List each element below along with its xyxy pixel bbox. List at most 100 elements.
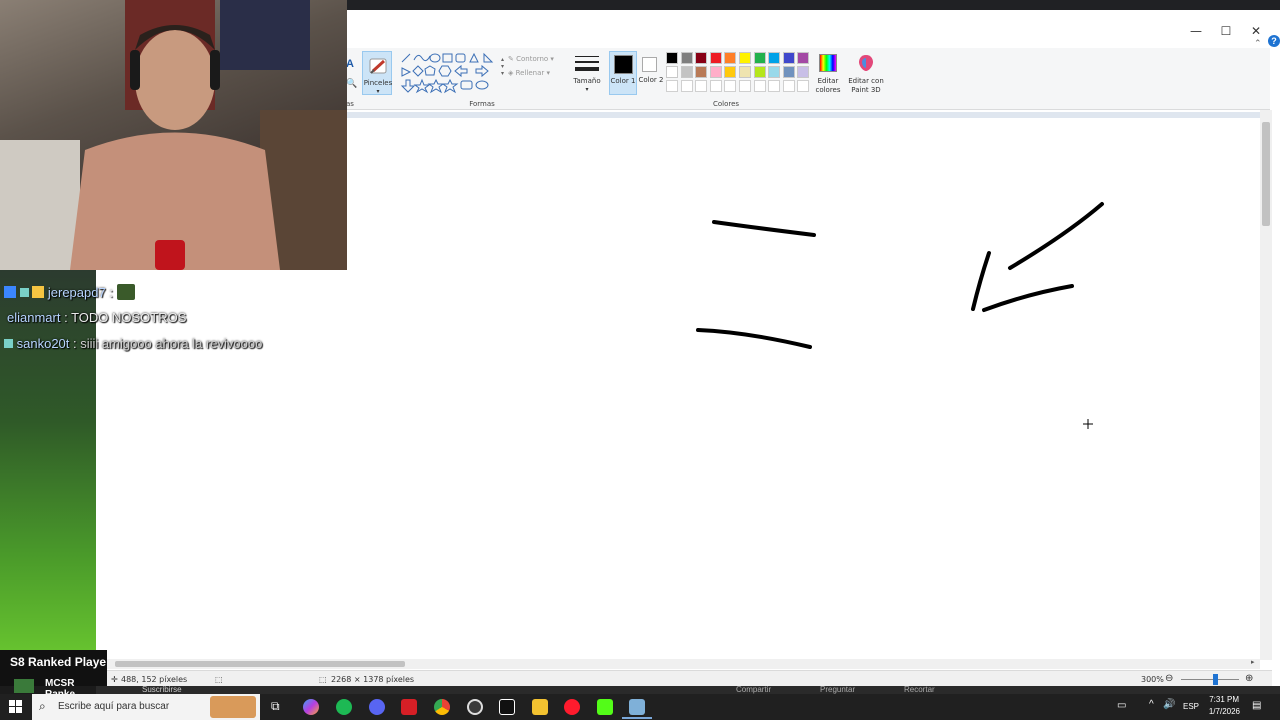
minimize-button[interactable]: — (1181, 20, 1211, 42)
ranked-title: S8 Ranked Playe (10, 655, 107, 669)
palette-swatch-empty[interactable] (680, 80, 693, 92)
taskbar-search-box[interactable]: ⌕ Escribe aquí para buscar (32, 694, 260, 720)
palette-swatch-empty[interactable] (782, 80, 795, 92)
vertical-scroll-thumb[interactable] (1262, 122, 1270, 226)
maximize-button[interactable]: ☐ (1211, 20, 1241, 42)
palette-swatch[interactable] (797, 66, 810, 78)
brush-icon (369, 58, 387, 74)
palette-swatch-empty[interactable] (695, 80, 708, 92)
action-center-icon[interactable]: ▤ (1252, 700, 1261, 711)
volume-icon[interactable]: 🔊 (1163, 699, 1175, 710)
palette-swatch[interactable] (724, 52, 737, 64)
clock-date[interactable]: 1/7/2026 (1206, 707, 1240, 716)
palette-swatch[interactable] (768, 66, 781, 78)
task-view-icon[interactable]: ⧉ (271, 699, 280, 714)
fill-button[interactable]: ◈ Rellenar ▾ (508, 69, 550, 78)
palette-swatch[interactable] (709, 52, 722, 64)
palette-swatch[interactable] (739, 52, 751, 64)
kick-icon[interactable] (597, 699, 613, 715)
opera-icon[interactable] (564, 699, 580, 715)
zoom-slider[interactable] (1181, 679, 1239, 680)
taskbar-search-input[interactable]: Escribe aquí para buscar (58, 701, 169, 712)
search-highlight-icon[interactable] (210, 696, 256, 718)
file-explorer-icon[interactable] (532, 699, 548, 715)
palette-swatch-empty[interactable] (666, 80, 678, 92)
palette-swatch[interactable] (724, 66, 737, 78)
magnifier-icon[interactable]: 🔍 (346, 78, 357, 89)
paint-icon[interactable] (629, 699, 645, 715)
palette-swatch-empty[interactable] (768, 80, 781, 92)
paint3d-button[interactable]: Editar con Paint 3D (846, 51, 886, 97)
windows-start-icon[interactable] (9, 700, 23, 714)
palette-swatch-empty[interactable] (797, 80, 810, 92)
palette-swatch[interactable] (666, 52, 678, 64)
palette-swatch[interactable] (739, 66, 751, 78)
app-toolbar-strip: Suscribirse Compartir Preguntar Recortar (96, 686, 1280, 694)
scroll-right-icon[interactable]: ▸ (1251, 658, 1255, 666)
palette-swatch[interactable] (753, 52, 766, 64)
voice-meeter-icon[interactable] (401, 699, 417, 715)
edit-colors-label: Editar colores (815, 77, 841, 94)
copilot-icon[interactable] (303, 699, 319, 715)
palette-swatch[interactable] (753, 66, 766, 78)
text-tool-icon[interactable]: A (346, 58, 354, 70)
size-button[interactable]: Tamaño ▾ (572, 51, 602, 95)
ask-label[interactable]: Preguntar (820, 686, 855, 694)
clock-time[interactable]: 7:31 PM (1209, 695, 1239, 704)
zoom-level: 300% (1141, 675, 1164, 684)
palette-swatch[interactable] (695, 52, 708, 64)
discord-icon[interactable] (369, 699, 385, 715)
palette-swatch[interactable] (680, 66, 693, 78)
palette-swatch[interactable] (680, 52, 693, 64)
chevron-down-icon: ▾ (376, 88, 380, 95)
color-palette (666, 52, 812, 96)
capcut-icon[interactable] (499, 699, 515, 715)
palette-swatch[interactable] (782, 52, 795, 64)
mcsr-logo-icon (14, 679, 34, 693)
stroke-top-dash (712, 220, 816, 237)
color2-button[interactable]: Color 2 (637, 51, 665, 95)
horizontal-scroll-thumb[interactable] (115, 661, 405, 667)
badge-icon (4, 286, 16, 298)
zoom-slider-thumb[interactable] (1213, 674, 1218, 685)
palette-swatch-empty[interactable] (753, 80, 766, 92)
edit-colors-button[interactable]: Editar colores (813, 51, 843, 97)
badge-icon (4, 339, 13, 348)
palette-swatch[interactable] (666, 66, 678, 78)
share-label[interactable]: Compartir (736, 686, 771, 694)
chat-username: elianmart (7, 310, 61, 325)
zoom-in-button[interactable]: ⊕ (1245, 673, 1253, 684)
zoom-out-button[interactable]: ⊖ (1165, 673, 1173, 684)
vertical-scrollbar[interactable] (1260, 110, 1272, 660)
chat-line: sanko20t : siiii amigooo ahora la revivo… (4, 336, 262, 351)
help-icon[interactable]: ? (1268, 35, 1280, 47)
color1-button[interactable]: Color 1 (609, 51, 637, 95)
palette-swatch[interactable] (709, 66, 722, 78)
obs-icon[interactable] (467, 699, 483, 715)
brushes-button[interactable]: Pinceles ▾ (362, 51, 392, 95)
clip-label[interactable]: Recortar (904, 686, 935, 694)
outline-button[interactable]: ✎ Contorno ▾ (508, 55, 554, 64)
notification-icon[interactable]: ▭ (1117, 700, 1126, 711)
stroke-bottom-dash (696, 328, 812, 349)
palette-swatch[interactable] (782, 66, 795, 78)
color-spectrum-icon (819, 54, 837, 72)
shapes-gallery[interactable] (400, 52, 504, 94)
palette-swatch-empty[interactable] (739, 80, 751, 92)
ribbon: as A 🔍 Pinceles ▾ ▴ ▾ ▾ ✎ Contorno ▾ ◈ R… (346, 48, 1270, 110)
chat-message: siiii amigooo ahora la revivoooo (80, 336, 263, 351)
palette-swatch[interactable] (695, 66, 708, 78)
palette-swatch-empty[interactable] (724, 80, 737, 92)
chrome-icon[interactable] (434, 699, 450, 715)
tray-chevron-icon[interactable]: ^ (1149, 699, 1154, 710)
chat-line: jerepapd7 : (4, 284, 135, 300)
language-indicator[interactable]: ESP (1183, 702, 1199, 711)
image-size-icon: ⬚ (319, 675, 327, 684)
horizontal-scrollbar[interactable]: ▸ (107, 659, 1260, 669)
colors-group-label: Colores (712, 100, 740, 108)
palette-swatch[interactable] (768, 52, 781, 64)
shapes-scroll-icon[interactable]: ▴ ▾ ▾ (501, 56, 504, 77)
palette-swatch[interactable] (797, 52, 810, 64)
spotify-icon[interactable] (336, 699, 352, 715)
palette-swatch-empty[interactable] (709, 80, 722, 92)
